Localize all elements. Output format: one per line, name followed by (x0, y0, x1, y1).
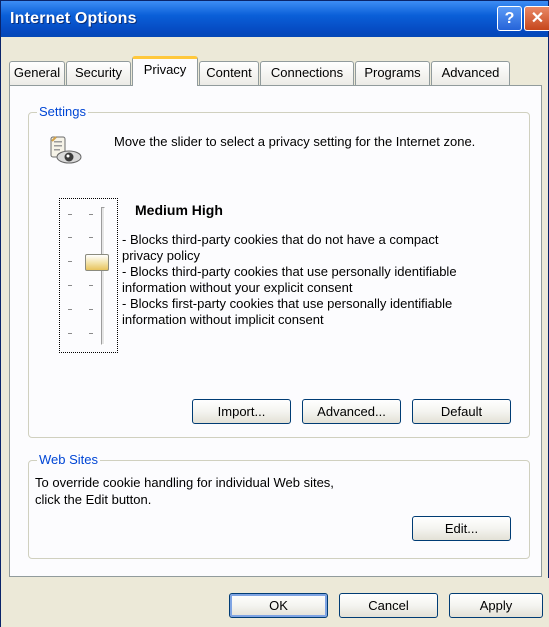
privacy-slider-focus-box (59, 198, 118, 353)
level-desc-line: information without implicit consent (122, 312, 324, 327)
privacy-slider-thumb[interactable] (85, 254, 109, 271)
apply-button[interactable]: Apply (449, 593, 543, 618)
tab-programs[interactable]: Programs (355, 61, 430, 85)
privacy-level-name: Medium High (135, 202, 223, 218)
advanced-button[interactable]: Advanced... (302, 399, 401, 424)
slider-tick (68, 237, 72, 238)
privacy-level-description: - Blocks third-party cookies that do not… (122, 232, 522, 328)
tab-advanced[interactable]: Advanced (431, 61, 510, 85)
slider-tick (89, 309, 93, 310)
help-button[interactable]: ? (497, 6, 522, 31)
level-desc-line: - Blocks third-party cookies that use pe… (122, 264, 457, 279)
edit-button[interactable]: Edit... (412, 516, 511, 541)
slider-tick (68, 333, 72, 334)
slider-intro-text: Move the slider to select a privacy sett… (114, 134, 476, 149)
websites-line-1: To override cookie handling for individu… (35, 475, 334, 490)
level-desc-line: - Blocks third-party cookies that do not… (122, 232, 439, 247)
websites-description: To override cookie handling for individu… (35, 474, 455, 508)
websites-group-label: Web Sites (37, 452, 101, 468)
close-icon: ✕ (530, 10, 545, 27)
tab-general[interactable]: General (9, 61, 65, 85)
import-button[interactable]: Import... (192, 399, 291, 424)
window-title: Internet Options (10, 10, 137, 27)
level-desc-line: information without your explicit consen… (122, 280, 353, 295)
cancel-button[interactable]: Cancel (339, 593, 438, 618)
ok-button[interactable]: OK (229, 593, 328, 618)
slider-tick (89, 285, 93, 286)
close-button[interactable]: ✕ (524, 6, 549, 31)
privacy-slider-track[interactable] (101, 207, 105, 345)
slider-tick (68, 261, 72, 262)
tab-security[interactable]: Security (66, 61, 131, 85)
help-icon: ? (504, 10, 515, 27)
slider-tick (68, 285, 72, 286)
slider-tick (89, 333, 93, 334)
slider-tick (68, 214, 72, 215)
title-bar[interactable]: Internet Options ? ✕ (1, 1, 549, 37)
internet-options-window: Internet Options ? ✕ General Security Pr… (0, 0, 549, 627)
slider-tick (89, 214, 93, 215)
settings-group-label: Settings (37, 104, 88, 120)
level-desc-line: privacy policy (122, 248, 201, 263)
default-button[interactable]: Default (412, 399, 511, 424)
slider-tick (68, 309, 72, 310)
tab-privacy[interactable]: Privacy (132, 56, 198, 86)
level-desc-line: - Blocks first-party cookies that use pe… (122, 296, 453, 311)
tab-content[interactable]: Content (199, 61, 259, 85)
websites-line-2: click the Edit button. (35, 492, 152, 507)
privacy-zone-icon (48, 135, 82, 165)
tab-connections[interactable]: Connections (260, 61, 354, 85)
slider-tick (89, 237, 93, 238)
